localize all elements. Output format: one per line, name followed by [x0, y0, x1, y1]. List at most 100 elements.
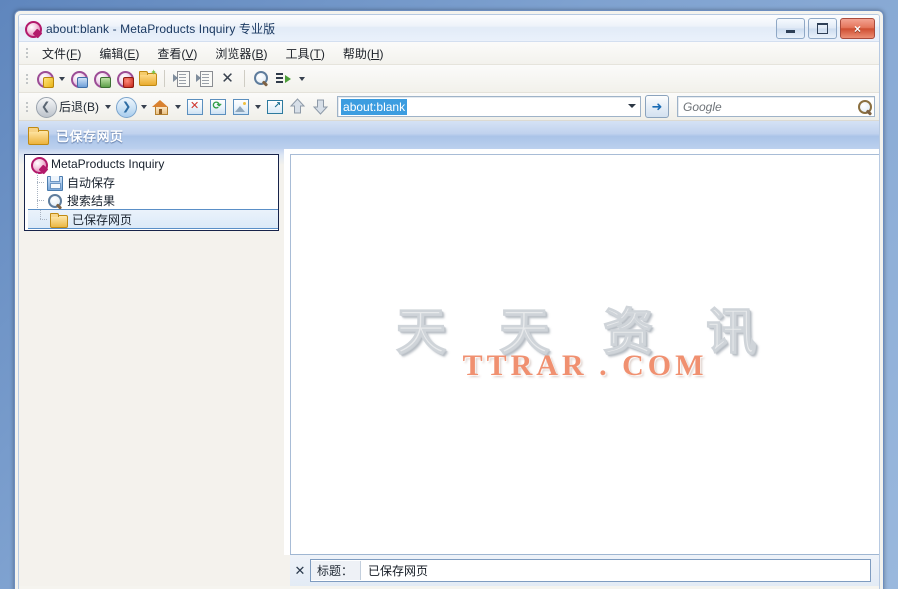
menu-item-help[interactable]: 帮助(H)	[334, 42, 393, 65]
maximize-button[interactable]	[808, 18, 837, 39]
q-logo-icon	[25, 20, 43, 38]
toolbar-separator	[164, 70, 165, 87]
back-history-dropdown-icon[interactable]	[105, 104, 112, 109]
home-icon	[152, 98, 169, 115]
close-button[interactable]: ×	[840, 18, 875, 39]
menu-item-tools[interactable]: 工具(T)	[276, 42, 333, 65]
page-content[interactable]: 天 天 资 讯 TTRAR . COM	[290, 154, 879, 586]
dock-close-button[interactable]: ✕	[290, 556, 310, 586]
page-watermark: 天 天 资 讯 TTRAR . COM	[291, 307, 879, 381]
save-image-button[interactable]	[90, 68, 113, 89]
menu-label-help: 帮助	[342, 46, 367, 61]
menu-label-file: 文件	[42, 46, 67, 61]
properties-dock: ✕ 标题： 已保存网页	[290, 554, 879, 586]
delete-button[interactable]: ✕	[216, 68, 239, 89]
tree-node-search-results-label: 搜索结果	[67, 193, 116, 208]
stop-button[interactable]: ✕	[183, 96, 206, 117]
address-input-value: about:blank	[341, 98, 408, 115]
menu-label-browser: 浏览器	[215, 46, 252, 61]
menu-label-view: 查看	[157, 46, 182, 61]
tree-node-root[interactable]: MetaProducts Inquiry	[25, 155, 278, 174]
home-dropdown-icon[interactable]	[175, 104, 182, 109]
menu-item-view[interactable]: 查看(V)	[148, 42, 206, 65]
find-button[interactable]	[250, 68, 273, 89]
folder-tree[interactable]: MetaProducts Inquiry 自动保存 搜索结果 已保存网页	[24, 154, 279, 231]
export-button[interactable]	[193, 68, 216, 89]
search-submit-button[interactable]	[855, 98, 874, 116]
search-input[interactable]: Google	[677, 96, 875, 117]
search-magnifier-icon	[857, 99, 873, 116]
tree-node-search-results[interactable]: 搜索结果	[25, 191, 278, 209]
menu-bar: 文件(F) 编辑(E) 查看(V) 浏览器(B) 工具(T) 帮助(H)	[19, 42, 879, 65]
image-icon	[232, 98, 250, 115]
open-external-button[interactable]: ↗	[263, 96, 286, 117]
menu-label-tools: 工具	[285, 46, 310, 61]
go-button[interactable]: ➜	[645, 95, 669, 118]
addressbar-grip-handle[interactable]	[23, 99, 30, 115]
address-dropdown-button[interactable]	[624, 97, 639, 114]
address-toolbar: ❮ 后退(B) ❯ ✕ ⟳ ↗ about:blank ➜ Google	[19, 93, 879, 121]
address-input[interactable]: about:blank	[337, 96, 641, 117]
scroll-down-button[interactable]	[309, 96, 332, 117]
tree-node-autosave-label: 自动保存	[67, 175, 116, 190]
menu-item-file[interactable]: 文件(F)	[33, 42, 90, 65]
main-toolbar: ✦ ✕	[19, 65, 879, 93]
new-folder-button[interactable]: ✦	[136, 68, 159, 89]
show-images-dropdown-icon[interactable]	[255, 104, 262, 109]
sidebar-bottom-filler	[19, 555, 290, 586]
toolbar-grip-handle[interactable]	[23, 71, 30, 87]
back-button-mnemonic: B	[87, 100, 96, 114]
refresh-button[interactable]: ⟳	[206, 96, 229, 117]
home-button[interactable]	[149, 96, 172, 117]
menu-grip-handle[interactable]	[23, 45, 30, 61]
back-arrow-icon: ❮	[36, 97, 57, 118]
desktop-background: about:blank - MetaProducts Inquiry 专业版 ×…	[0, 0, 898, 589]
close-icon: ×	[853, 21, 861, 36]
delete-x-icon: ✕	[221, 70, 234, 87]
properties-dropdown-icon[interactable]	[299, 76, 305, 81]
title-field-value: 已保存网页	[368, 564, 429, 578]
record-button[interactable]	[113, 68, 136, 89]
tree-indent-guide	[29, 191, 47, 209]
forward-history-dropdown-icon[interactable]	[141, 104, 148, 109]
arrow-up-svg	[289, 98, 306, 114]
arrow-down-svg	[312, 99, 329, 115]
show-images-button[interactable]	[229, 96, 252, 117]
browser-pane: 天 天 资 讯 TTRAR . COM	[284, 149, 879, 586]
arrow-up-icon	[289, 98, 306, 115]
forward-arrow-icon: ❯	[116, 97, 138, 118]
chevron-down-icon	[627, 103, 636, 108]
scroll-up-button[interactable]	[286, 96, 309, 117]
watermark-domain-text: TTRAR . COM	[462, 349, 708, 382]
application-window: about:blank - MetaProducts Inquiry 专业版 ×…	[14, 10, 884, 589]
floppy-icon	[47, 175, 63, 191]
window-title: about:blank - MetaProducts Inquiry 专业版	[46, 21, 276, 36]
folder-icon	[50, 212, 68, 228]
properties-button[interactable]	[273, 68, 296, 89]
list-arrow-icon	[276, 70, 293, 87]
forward-button[interactable]: ❯	[113, 95, 138, 118]
stop-icon: ✕	[186, 98, 204, 115]
menu-item-edit[interactable]: 编辑(E)	[90, 42, 148, 65]
menu-item-browser[interactable]: 浏览器(B)	[206, 42, 276, 65]
back-button[interactable]: ❮ 后退(B)	[33, 95, 102, 118]
title-field-label: 标题：	[311, 561, 362, 580]
download-page-dropdown-icon[interactable]	[59, 76, 65, 81]
watermark-chinese-text: 天 天 资 讯	[395, 303, 775, 361]
minimize-button[interactable]	[776, 18, 805, 39]
title-field[interactable]: 标题： 已保存网页	[310, 559, 871, 582]
menu-mnemonic-file: F	[70, 46, 78, 61]
q-floppy-icon	[70, 70, 88, 88]
tree-node-root-label: MetaProducts Inquiry	[51, 157, 165, 171]
open-external-icon: ↗	[266, 98, 284, 115]
q-logo-icon	[31, 156, 49, 174]
section-header: 已保存网页	[19, 121, 879, 149]
download-page-button[interactable]	[33, 68, 56, 89]
import-button[interactable]	[170, 68, 193, 89]
tree-node-autosave[interactable]: 自动保存	[25, 173, 278, 191]
refresh-icon: ⟳	[209, 98, 227, 115]
tree-node-saved-pages[interactable]: 已保存网页	[28, 209, 278, 229]
tree-indent-guide	[32, 210, 50, 228]
save-page-button[interactable]	[67, 68, 90, 89]
back-button-label: 后退	[59, 100, 84, 114]
